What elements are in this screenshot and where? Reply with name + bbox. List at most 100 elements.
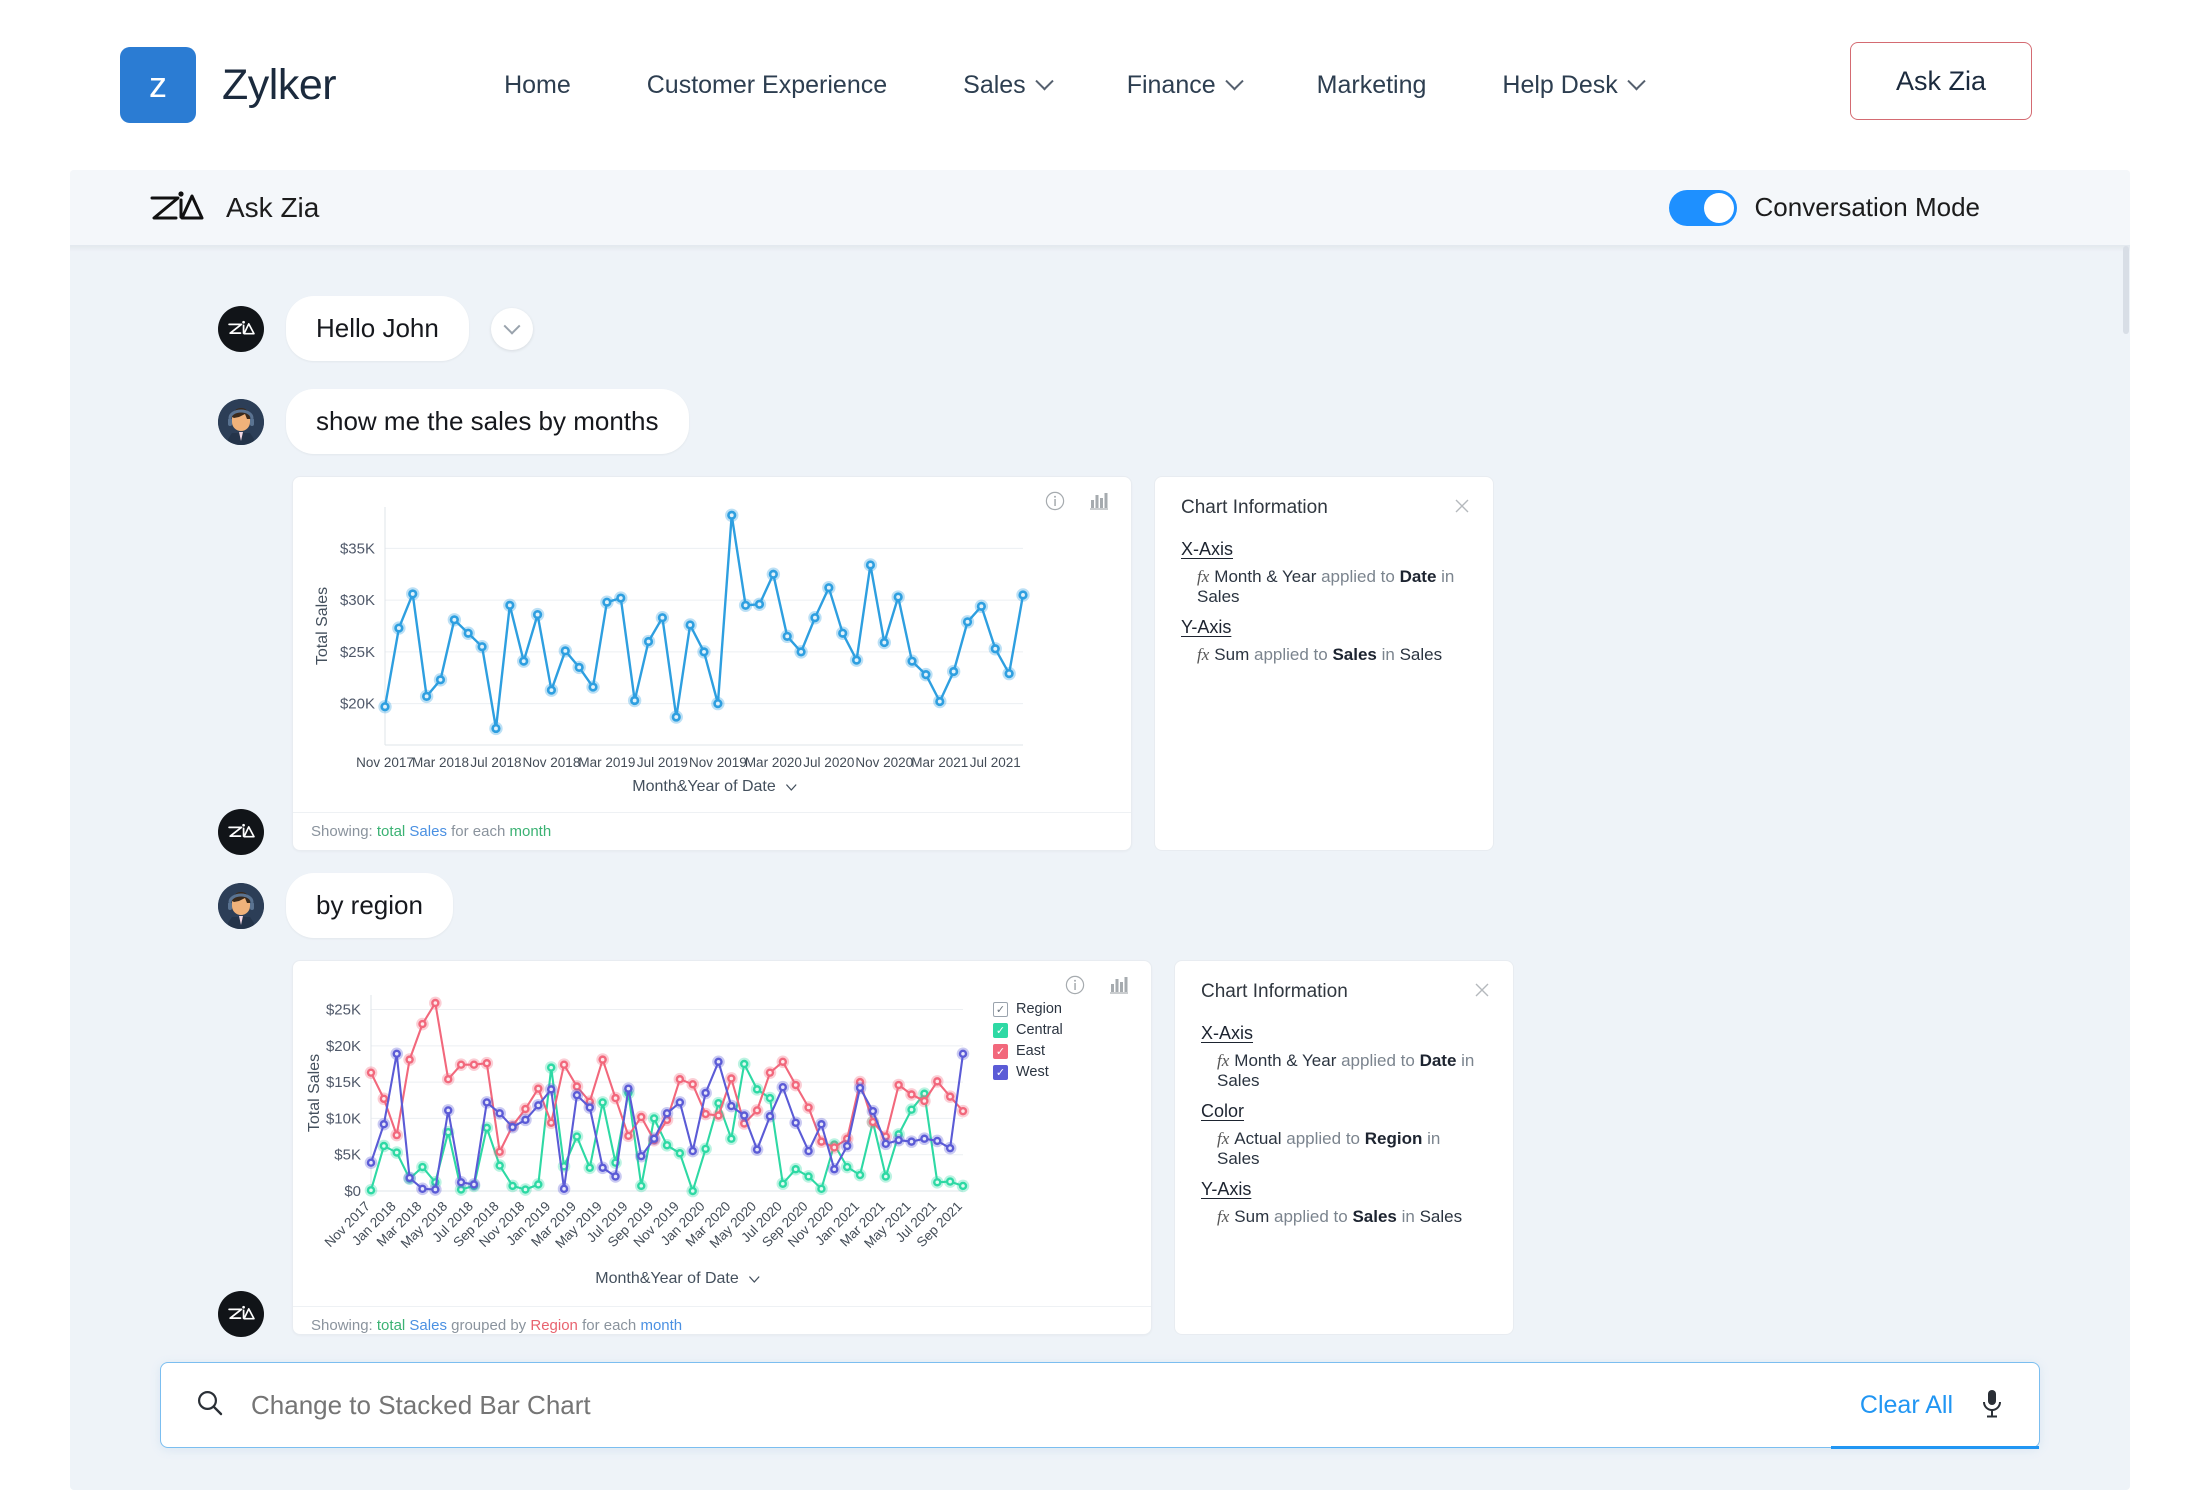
chat-bubble: show me the sales by months (286, 389, 689, 454)
info-section-name: Y-Axis (1201, 1179, 1252, 1199)
info-applied: applied to (1253, 645, 1328, 664)
ask-zia-search-bar[interactable]: Clear All (160, 1362, 2040, 1449)
legend-label: Central (1016, 1022, 1063, 1038)
legend-checkbox-icon[interactable]: ✓ (993, 1001, 1008, 1017)
zia-avatar (218, 809, 264, 855)
legend-item-central[interactable]: ✓ Central (993, 1022, 1063, 1038)
info-in: in (1441, 567, 1455, 586)
footer-prefix: Showing: (311, 823, 373, 840)
info-in: in (1401, 1207, 1415, 1226)
svg-text:Nov 2018: Nov 2018 (523, 755, 581, 770)
chart-2-legend: ✓ Region ✓ Central ✓ East ✓ West (993, 1001, 1063, 1085)
legend-color-swatch[interactable]: ✓ (993, 1064, 1008, 1080)
legend-color-swatch[interactable]: ✓ (993, 1043, 1008, 1059)
nav-item-label: Marketing (1316, 70, 1427, 99)
chevron-down-icon (1224, 71, 1244, 90)
legend-color-swatch[interactable]: ✓ (993, 1022, 1008, 1038)
user-avatar (218, 398, 264, 445)
fx-icon: fx (1217, 1051, 1230, 1070)
conversation-mode-label: Conversation Mode (1754, 192, 1980, 222)
legend-item-east[interactable]: ✓ East (993, 1043, 1063, 1059)
info-source: Sales (1217, 1071, 1260, 1090)
info-source: Sales (1399, 645, 1443, 664)
info-expr: Sum (1214, 645, 1250, 664)
top-navigation-bar: z Zylker Home Customer Experience Sales … (0, 0, 2200, 170)
svg-text:$35K: $35K (340, 540, 375, 557)
zia-avatar (218, 305, 264, 352)
legend-item-west[interactable]: ✓ West (993, 1064, 1063, 1080)
ask-zia-button[interactable]: Ask Zia (1850, 42, 2032, 120)
info-section-detail: fx Sum applied to Sales in Sales (1197, 645, 1467, 665)
search-underline-accent (1831, 1446, 2039, 1449)
svg-text:$25K: $25K (340, 644, 375, 661)
info-expr: Actual (1234, 1129, 1282, 1148)
chat-conversation: Hello John show me the sales by months T… (70, 246, 2130, 1490)
toggle-knob (1703, 192, 1734, 223)
info-applied: applied to (1321, 567, 1395, 586)
svg-text:Month&Year of Date: Month&Year of Date (632, 778, 776, 795)
conversation-mode-toggle[interactable] (1668, 189, 1737, 226)
chat-message-user-2: by region (70, 873, 2130, 938)
chart-card-1: Total Sales $20K $25K $30K $35K Nov 2017 Mar 2… (292, 476, 1132, 851)
info-in: in (1381, 645, 1395, 664)
clear-all-button[interactable]: Clear All (1860, 1391, 1953, 1420)
close-icon[interactable] (1473, 981, 1491, 1004)
fx-icon: fx (1197, 567, 1210, 586)
info-expr: Sum (1234, 1207, 1270, 1226)
ask-zia-header: Ask Zia Conversation Mode (70, 170, 2130, 246)
footer-mid: for each (451, 823, 506, 840)
legend-title-row[interactable]: ✓ Region (993, 1001, 1063, 1017)
svg-text:Jul 2018: Jul 2018 (470, 755, 521, 770)
conversation-mode-control[interactable]: Conversation Mode (1668, 189, 1980, 226)
legend-title: Region (1016, 1001, 1062, 1017)
nav-item-label: Customer Experience (646, 70, 888, 99)
info-field: Sales (1352, 1207, 1397, 1226)
nav-item-help-desk[interactable]: Help Desk (1464, 71, 1680, 100)
chart-1-footer: Showing: total Sales for each month (293, 812, 1131, 840)
legend-label: East (1016, 1043, 1046, 1059)
info-section-name: X-Axis (1201, 1023, 1254, 1043)
chart-2-plot[interactable]: Total Sales $0 $5K $10K $15K $20K $25K Nov 2017… (293, 961, 1151, 1306)
info-source: Sales (1419, 1207, 1463, 1226)
nav-item-marketing[interactable]: Marketing (1279, 71, 1465, 100)
chart-2-information-panel: Chart Information X-Axis fx Month & Year … (1174, 960, 1514, 1335)
svg-text:Jul 2021: Jul 2021 (970, 755, 1021, 770)
chart-2-footer: Showing: total Sales grouped by Region f… (293, 1306, 1151, 1334)
chart-1-information-panel: Chart Information X-Axis fx Month & Year … (1154, 476, 1494, 851)
nav-item-finance[interactable]: Finance (1089, 71, 1279, 100)
info-section-detail: fx Sum applied to Sales in Sales (1217, 1207, 1487, 1227)
svg-text:$20K: $20K (340, 696, 375, 713)
zia-avatar (218, 1291, 264, 1337)
info-section-detail: fx Month & Year applied to Date in Sales (1217, 1051, 1487, 1091)
svg-text:Month&Year of Date: Month&Year of Date (595, 1270, 739, 1287)
chart-response-block-2: Total Sales $0 $5K $10K $15K $20K $25K Nov 2017… (292, 960, 2130, 1335)
message-expand-button[interactable] (490, 307, 533, 350)
nav-item-sales[interactable]: Sales (925, 71, 1089, 100)
info-section: Y-Axis fx Sum applied to Sales in Sales (1201, 1179, 1487, 1227)
info-panel-title: Chart Information (1201, 981, 1348, 1002)
search-input[interactable] (251, 1389, 1860, 1421)
close-icon[interactable] (1453, 497, 1471, 520)
svg-text:Mar 2019: Mar 2019 (578, 755, 635, 770)
nav-item-label: Sales (963, 70, 1026, 99)
brand[interactable]: z Zylker (120, 47, 337, 123)
svg-text:Total Sales: Total Sales (306, 1054, 323, 1132)
chat-message-zia: Hello John (70, 296, 2130, 361)
footer-mid2: for each (582, 1317, 637, 1334)
nav-item-home[interactable]: Home (466, 71, 609, 100)
ask-zia-panel: Ask Zia Conversation Mode Hello John sho… (70, 170, 2130, 1490)
fx-icon: fx (1217, 1129, 1230, 1148)
svg-text:Nov 2020: Nov 2020 (855, 755, 913, 770)
user-avatar (218, 882, 264, 929)
nav-item-customer-experience[interactable]: Customer Experience (609, 71, 925, 100)
nav-item-label: Home (504, 70, 571, 99)
info-section: Color fx Actual applied to Region in Sale… (1201, 1101, 1487, 1169)
chart-1-plot[interactable]: Total Sales $20K $25K $30K $35K Nov 2017 Mar 2… (293, 477, 1131, 812)
footer-total: total (376, 823, 406, 840)
search-icon (195, 1388, 225, 1423)
chat-message-user: show me the sales by months (70, 389, 2130, 454)
svg-text:Mar 2018: Mar 2018 (412, 755, 469, 770)
brand-name: Zylker (222, 60, 337, 109)
svg-text:Nov 2017: Nov 2017 (356, 755, 414, 770)
microphone-icon[interactable] (1979, 1387, 2005, 1424)
